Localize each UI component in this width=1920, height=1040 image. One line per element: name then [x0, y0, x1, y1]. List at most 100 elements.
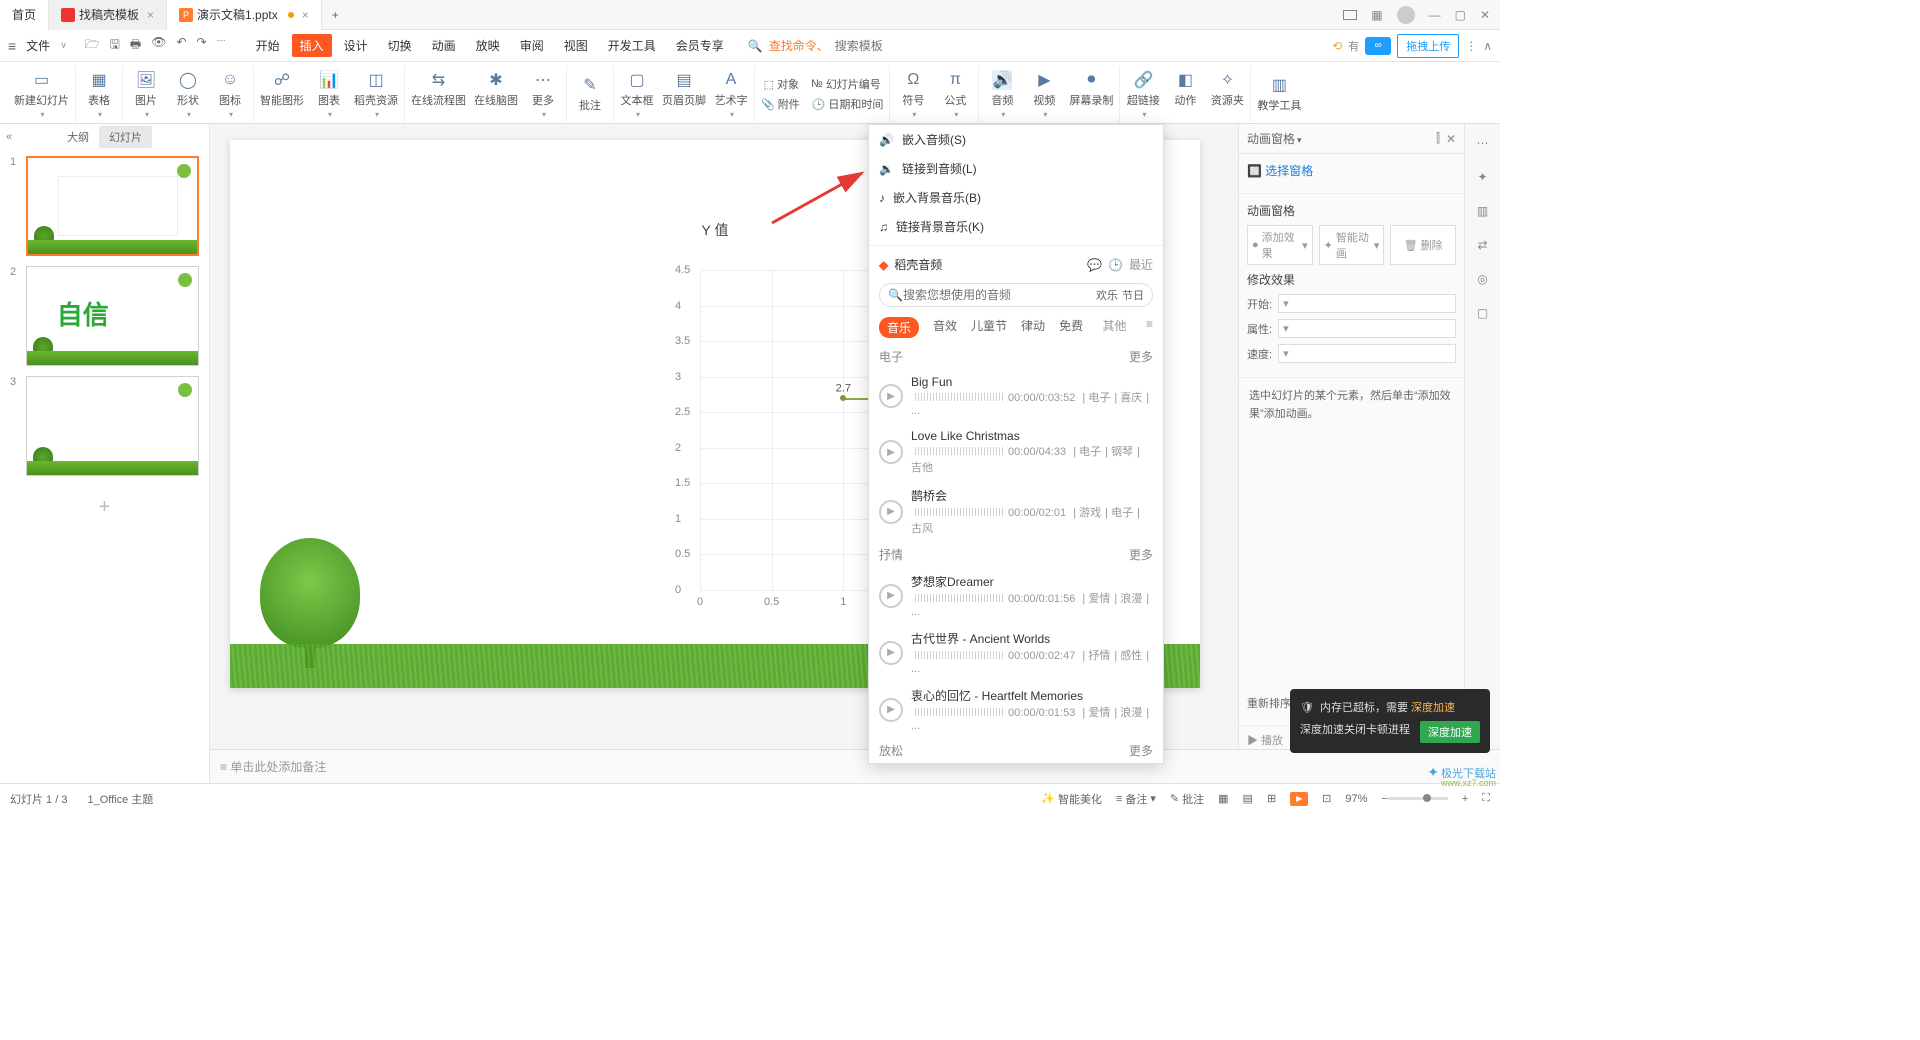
more-link[interactable]: 更多: [1129, 348, 1153, 365]
menu-review[interactable]: 审阅: [512, 34, 552, 57]
slides-tab[interactable]: 幻灯片: [99, 126, 152, 148]
slidenum-button[interactable]: № 幻灯片编号: [811, 76, 881, 92]
slide-thumb-1[interactable]: [26, 156, 199, 256]
datetime-button[interactable]: 🕒 日期和时间: [812, 96, 884, 112]
comments-toggle[interactable]: ✎ 批注: [1170, 791, 1204, 807]
hyperlink-button[interactable]: 🔗超链接: [1126, 70, 1160, 119]
icon-button[interactable]: ☺图标: [213, 70, 247, 119]
annotation-button[interactable]: ✎批注: [573, 75, 607, 113]
menu-start[interactable]: 开始: [248, 34, 288, 57]
cat-kids[interactable]: 儿童节: [971, 317, 1007, 338]
online-mind-button[interactable]: ✱在线脑图: [474, 70, 518, 119]
pane-pin-icon[interactable]: ⫿: [1436, 131, 1440, 146]
view-reading-icon[interactable]: ⊞: [1267, 792, 1276, 805]
outline-tab[interactable]: 大纲: [57, 126, 99, 148]
recent-label[interactable]: 最近: [1129, 256, 1153, 273]
audio-track[interactable]: ▶ Love Like Christmas 00:00/04:33 | 电子| …: [869, 423, 1163, 481]
audio-search-input[interactable]: [903, 288, 1092, 302]
collapse-panel-icon[interactable]: «: [6, 131, 12, 143]
attach-button[interactable]: 📎 附件: [761, 96, 800, 112]
play-icon[interactable]: ▶: [879, 641, 903, 665]
embed-bgm-item[interactable]: ♪嵌入背景音乐(B): [869, 183, 1163, 212]
respool-button[interactable]: ✧资源夹: [1210, 70, 1244, 119]
accelerate-button[interactable]: 深度加速: [1420, 721, 1480, 743]
symbol-button[interactable]: Ω符号: [896, 70, 930, 119]
minimize-button[interactable]: —: [1429, 8, 1441, 22]
audio-track[interactable]: ▶ 鹊桥会 00:00/02:01 | 游戏| 电子| 古风: [869, 481, 1163, 542]
zoom-slider[interactable]: [1388, 797, 1448, 800]
search-input[interactable]: [835, 39, 915, 53]
more-qat-icon[interactable]: ⋯: [217, 35, 226, 56]
attr-select[interactable]: ▾: [1278, 319, 1456, 338]
select-pane-link[interactable]: 🔲 选择窗格: [1247, 162, 1456, 179]
audio-search[interactable]: 🔍 欢乐 节日: [879, 283, 1153, 307]
menu-devtools[interactable]: 开发工具: [600, 34, 664, 57]
menu-design[interactable]: 设计: [336, 34, 376, 57]
add-slide-button[interactable]: +: [10, 496, 199, 519]
screenrec-button[interactable]: ⏺屏幕录制: [1069, 70, 1113, 119]
upload-button[interactable]: 拖拽上传: [1397, 34, 1459, 58]
speed-select[interactable]: ▾: [1278, 344, 1456, 363]
side-style-icon[interactable]: ✦: [1474, 168, 1492, 186]
pane-play-button[interactable]: ▶ 播放: [1247, 732, 1283, 748]
action-button[interactable]: ◧动作: [1168, 70, 1202, 119]
close-icon[interactable]: ×: [302, 8, 309, 22]
audio-track[interactable]: ▶ 古代世界 - Ancient Worlds 00:00/0:02:47 | …: [869, 624, 1163, 681]
teach-button[interactable]: ▥教学工具: [1257, 75, 1301, 113]
undo-icon[interactable]: ↶: [176, 35, 186, 56]
play-icon[interactable]: ▶: [879, 440, 903, 464]
delete-anim-button[interactable]: 🗑 删除: [1390, 225, 1456, 265]
notes-toggle[interactable]: ≡ 备注 ▾: [1116, 791, 1156, 807]
cat-rhythm[interactable]: 律动: [1021, 317, 1045, 338]
side-transfer-icon[interactable]: ⇄: [1474, 236, 1492, 254]
close-button[interactable]: ✕: [1480, 8, 1490, 22]
close-icon[interactable]: ×: [147, 8, 154, 22]
formula-button[interactable]: π公式: [938, 70, 972, 119]
daoke-res-button[interactable]: ◫稻壳资源: [354, 70, 398, 119]
cloud-icon[interactable]: ∞: [1365, 37, 1391, 55]
play-icon[interactable]: ▶: [879, 500, 903, 524]
view-sorter-icon[interactable]: ▤: [1243, 792, 1253, 805]
beautify-button[interactable]: ✨ 智能美化: [1041, 791, 1102, 807]
user-avatar[interactable]: [1397, 6, 1415, 24]
pane-close-icon[interactable]: ✕: [1446, 132, 1456, 146]
cat-sfx[interactable]: 音效: [933, 317, 957, 338]
ribbon-toggle-icon[interactable]: ∧: [1483, 39, 1492, 53]
start-select[interactable]: ▾: [1278, 294, 1456, 313]
zoom-level[interactable]: 97%: [1345, 793, 1367, 805]
command-search[interactable]: 🔍 查找命令、: [748, 37, 915, 54]
slide-thumb-3[interactable]: [26, 376, 199, 476]
audio-button[interactable]: 🔊音频: [985, 70, 1019, 119]
notes-bar[interactable]: ≡ 单击此处添加备注: [210, 749, 1500, 783]
preview-icon[interactable]: 👁: [151, 35, 166, 56]
sync-icon[interactable]: ⟲: [1332, 39, 1342, 53]
link-bgm-item[interactable]: ♫链接背景音乐(K): [869, 212, 1163, 241]
embed-audio-item[interactable]: 🔊嵌入音频(S): [869, 125, 1163, 154]
online-flow-button[interactable]: ⇆在线流程图: [411, 70, 466, 119]
side-layout-icon[interactable]: ▥: [1474, 202, 1492, 220]
open-icon[interactable]: 🗁: [85, 35, 100, 56]
menu-transition[interactable]: 切换: [380, 34, 420, 57]
more-link[interactable]: 更多: [1129, 742, 1153, 759]
audio-track[interactable]: ▶ 衷心的回忆 - Heartfelt Memories 00:00/0:01:…: [869, 681, 1163, 738]
apps-icon[interactable]: ▦: [1371, 8, 1382, 22]
more-button[interactable]: ⋯更多: [526, 70, 560, 119]
play-icon[interactable]: ▶: [879, 584, 903, 608]
side-target-icon[interactable]: ◎: [1474, 270, 1492, 288]
picture-button[interactable]: 🖼图片: [129, 70, 163, 119]
chart-button[interactable]: 📊图表: [312, 70, 346, 119]
new-slide-button[interactable]: ▭新建幻灯片: [14, 70, 69, 119]
audio-track[interactable]: ▶ Big Fun 00:00/0:03:52 | 电子| 喜庆| ...: [869, 369, 1163, 423]
table-button[interactable]: ▦表格: [82, 70, 116, 119]
smart-anim-button[interactable]: ✦ 智能动画 ▾: [1319, 225, 1385, 265]
cat-free[interactable]: 免费: [1059, 317, 1083, 338]
wordart-button[interactable]: A艺术字: [714, 70, 748, 119]
play-icon[interactable]: ▶: [879, 384, 903, 408]
zoom-in-button[interactable]: +: [1462, 793, 1468, 805]
hamburger-icon[interactable]: ≡: [8, 38, 16, 54]
tag-holiday[interactable]: 节日: [1122, 287, 1144, 303]
cat-other[interactable]: 其他: [1103, 317, 1127, 338]
file-menu[interactable]: 文件: [26, 37, 50, 54]
menu-insert[interactable]: 插入: [292, 34, 332, 57]
collapse-ribbon-icon[interactable]: ⋮: [1465, 39, 1477, 53]
